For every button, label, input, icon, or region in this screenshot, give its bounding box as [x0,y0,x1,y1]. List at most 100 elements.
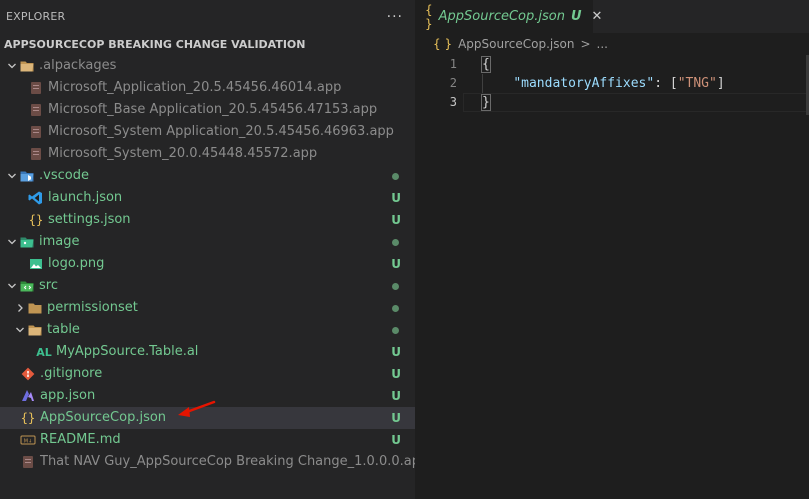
tree-item-label: Microsoft_Application_20.5.45456.46014.a… [48,80,342,95]
json-key: "mandatoryAffixes" [513,76,655,91]
tree-item-label: permissionset [47,300,138,315]
folder-icon [27,322,43,338]
chevron-down-icon[interactable] [4,234,20,250]
json-file-icon: {} [28,213,44,227]
tab-bar: { } AppSourceCop.json U ✕ [415,0,809,33]
breadcrumb-file[interactable]: AppSourceCop.json [458,37,574,51]
tree-item[interactable]: table [0,319,415,341]
tab-git-status: U [570,9,582,24]
git-modified-dot [392,231,401,253]
vscode-file-icon [28,190,44,206]
tree-item[interactable]: src [0,275,415,297]
tree-item[interactable]: Microsoft_System_20.0.45448.45572.app [0,143,415,165]
tree-item[interactable]: AL MyAppSource.Table.al U [0,341,415,363]
tree-item-label: table [47,322,80,337]
image-folder-icon [19,234,35,250]
tree-item[interactable]: launch.json U [0,187,415,209]
status-dot-icon [392,282,399,290]
chevron-down-icon[interactable] [4,168,20,184]
line-content: } [481,93,491,112]
tree-item[interactable]: permissionset [0,297,415,319]
current-line-highlight [463,93,809,112]
tree-item[interactable]: {} settings.json U [0,209,415,231]
git-status-badge: U [391,433,401,447]
tree-item[interactable]: logo.png U [0,253,415,275]
tree-item-label: app.json [40,388,96,403]
tree-item[interactable]: app.json U [0,385,415,407]
chevron-down-icon[interactable] [12,322,28,338]
git-file-icon [20,366,36,382]
tab-appsourcecop-json[interactable]: { } AppSourceCop.json U ✕ [415,0,602,33]
breadcrumb-separator: > [580,37,591,51]
git-modified-dot [392,297,401,319]
tree-item[interactable]: M↓ README.md U [0,429,415,451]
git-status-badge: U [391,411,401,425]
json-punct-end: ] [716,76,725,91]
explorer-title: EXPLORER [6,10,66,23]
tree-item-label: Microsoft_System Application_20.5.45456.… [48,124,394,139]
tree-item[interactable]: {} AppSourceCop.json U [0,407,415,429]
tree-item[interactable]: That NAV Guy_AppSourceCop Breaking Chang… [0,451,428,473]
tree-item-label: .alpackages [39,58,117,73]
ellipsis-icon[interactable]: ··· [387,9,403,25]
tree-item[interactable]: Microsoft_System Application_20.5.45456.… [0,121,415,143]
tree-item[interactable]: .vscode [0,165,415,187]
tree-item[interactable]: image [0,231,415,253]
explorer-header: EXPLORER ··· [0,0,415,33]
tree-item-label: image [39,234,80,249]
line-number: 1 [449,57,457,71]
tree-item-label: README.md [40,432,121,447]
git-modified-dot [392,319,401,341]
folder-icon [19,58,35,74]
git-status-badge: U [391,389,401,403]
breadcrumb-more[interactable]: ... [597,37,608,51]
tree-item[interactable]: .alpackages [0,55,415,77]
md-file-icon: M↓ [20,432,36,448]
json-icon: { } [433,37,453,51]
close-brace: } [481,94,491,111]
tree-item[interactable]: .gitignore U [0,363,415,385]
status-dot-icon [392,238,399,246]
chevron-down-icon[interactable] [4,278,20,294]
status-dot-icon [392,172,399,180]
git-status-badge: U [391,257,401,271]
tree-item-label: logo.png [48,256,105,271]
git-modified-dot [392,275,401,297]
code-line: 2 "mandatoryAffixes": ["TNG"] [415,74,809,93]
app-file-icon [28,80,44,96]
status-dot-icon [392,326,399,334]
workspace-section-title[interactable]: APPSOURCECOP BREAKING CHANGE VALIDATION [0,33,415,55]
tree-item-label: .vscode [39,168,89,183]
json-punct: : [ [654,76,678,91]
tree-item-label: Microsoft_System_20.0.45448.45572.app [48,146,318,161]
editor-area: { } AppSourceCop.json U ✕ { } AppSourceC… [415,0,809,499]
git-status-badge: U [391,213,401,227]
open-brace: { [481,56,491,73]
tab-label: AppSourceCop.json [438,9,565,24]
code-editor[interactable]: 1 { 2 "mandatoryAffixes": ["TNG"] 3 } [415,55,809,112]
git-modified-dot [392,165,401,187]
tree-item[interactable]: Microsoft_Base Application_20.5.45456.47… [0,99,415,121]
git-status-badge: U [391,191,401,205]
tree-item-label: launch.json [48,190,123,205]
vscode-folder-icon [19,168,35,184]
src-folder-icon [19,278,35,294]
svg-text:M↓: M↓ [24,439,33,445]
tree-item[interactable]: Microsoft_Application_20.5.45456.46014.a… [0,77,415,99]
indent-guide [482,74,483,93]
folder-icon [27,300,43,316]
json-file-icon: {} [20,411,36,425]
line-content: "mandatoryAffixes": ["TNG"] [482,74,725,93]
line-number: 3 [449,95,457,109]
tree-item-label: AppSourceCop.json [40,410,167,425]
code-line: 1 { [415,55,809,74]
json-icon: { } [425,2,433,31]
image-file-icon [28,256,44,272]
chevron-right-icon[interactable] [12,300,28,316]
chevron-down-icon[interactable] [4,58,20,74]
git-status-badge: U [391,345,401,359]
line-content: { [481,55,491,74]
al-file-icon: AL [36,345,52,359]
status-dot-icon [392,304,399,312]
close-icon[interactable]: ✕ [592,9,603,24]
